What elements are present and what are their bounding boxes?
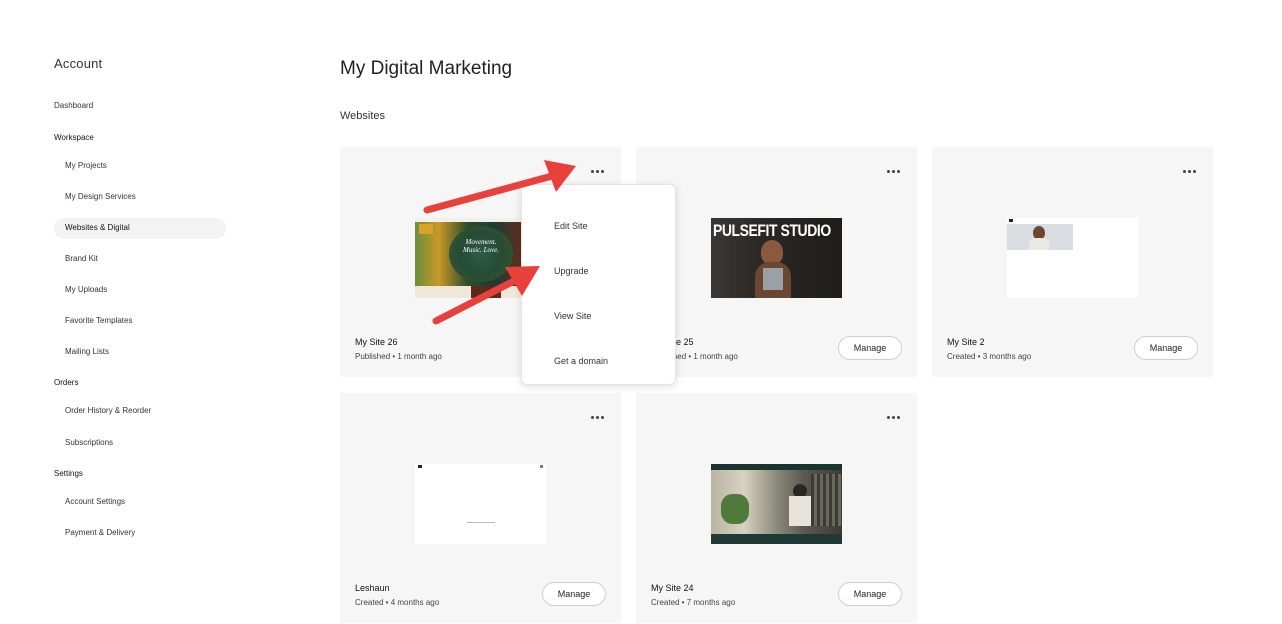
site-name: Leshaun <box>355 583 390 593</box>
sidebar-item-brand-kit[interactable]: Brand Kit <box>65 254 98 263</box>
thumbnail-headline: Movement. Music. Love. <box>463 238 499 254</box>
sidebar-item-account-settings[interactable]: Account Settings <box>65 497 125 506</box>
more-options-icon[interactable] <box>585 163 609 179</box>
page: Account Dashboard Workspace My Projects … <box>0 0 1282 624</box>
site-thumbnail[interactable] <box>415 464 546 544</box>
sidebar-item-subscriptions[interactable]: Subscriptions <box>65 438 113 447</box>
manage-button[interactable]: Manage <box>838 582 902 606</box>
site-status: Created • 7 months ago <box>651 598 736 607</box>
sidebar-item-order-history[interactable]: Order History & Reorder <box>65 406 151 415</box>
more-options-icon[interactable] <box>881 163 905 179</box>
menu-item-upgrade[interactable]: Upgrade <box>554 266 589 276</box>
site-status: Created • 4 months ago <box>355 598 440 607</box>
site-name: My Site 24 <box>651 583 694 593</box>
sidebar-title: Account <box>54 56 103 71</box>
sidebar-section-settings: Settings <box>54 469 83 478</box>
sidebar-item-dashboard[interactable]: Dashboard <box>54 101 93 110</box>
sidebar-item-favorite-templates[interactable]: Favorite Templates <box>65 316 132 325</box>
more-options-icon[interactable] <box>881 409 905 425</box>
site-card[interactable]: My Site 24 Created • 7 months ago Manage <box>636 393 917 623</box>
site-thumbnail[interactable] <box>1007 218 1138 298</box>
manage-button[interactable]: Manage <box>838 336 902 360</box>
sidebar-item-my-design-services[interactable]: My Design Services <box>65 192 136 201</box>
site-name: My Site 26 <box>355 337 398 347</box>
menu-item-view-site[interactable]: View Site <box>554 311 591 321</box>
manage-button[interactable]: Manage <box>1134 336 1198 360</box>
more-options-icon[interactable] <box>585 409 609 425</box>
sidebar-item-my-uploads[interactable]: My Uploads <box>65 285 107 294</box>
site-card[interactable]: PULSEFIT STUDIO My Site 25 Published • 1… <box>636 147 917 377</box>
manage-button[interactable]: Manage <box>542 582 606 606</box>
site-status: Created • 3 months ago <box>947 352 1032 361</box>
sidebar: Account Dashboard Workspace My Projects … <box>0 0 300 624</box>
sidebar-item-my-projects[interactable]: My Projects <box>65 161 107 170</box>
site-thumbnail[interactable] <box>711 464 842 544</box>
sidebar-item-mailing-lists[interactable]: Mailing Lists <box>65 347 109 356</box>
section-label-websites: Websites <box>340 110 386 122</box>
site-status: Published • 1 month ago <box>355 352 442 361</box>
sidebar-item-websites-digital[interactable]: Websites & Digital <box>65 223 130 232</box>
sidebar-item-payment-delivery[interactable]: Payment & Delivery <box>65 528 135 537</box>
site-thumbnail[interactable]: PULSEFIT STUDIO <box>711 218 842 298</box>
sidebar-section-workspace: Workspace <box>54 133 94 142</box>
menu-item-get-a-domain[interactable]: Get a domain <box>554 356 608 366</box>
site-options-menu: Edit Site Upgrade View Site Get a domain <box>521 184 676 385</box>
site-name: My Site 2 <box>947 337 985 347</box>
site-card[interactable]: Leshaun Created • 4 months ago Manage <box>340 393 621 623</box>
menu-item-edit-site[interactable]: Edit Site <box>554 221 588 231</box>
page-title: My Digital Marketing <box>340 58 513 79</box>
site-card[interactable]: My Site 2 Created • 3 months ago Manage <box>932 147 1213 377</box>
thumbnail-headline: PULSEFIT STUDIO <box>713 221 831 240</box>
more-options-icon[interactable] <box>1177 163 1201 179</box>
sidebar-section-orders: Orders <box>54 378 79 387</box>
